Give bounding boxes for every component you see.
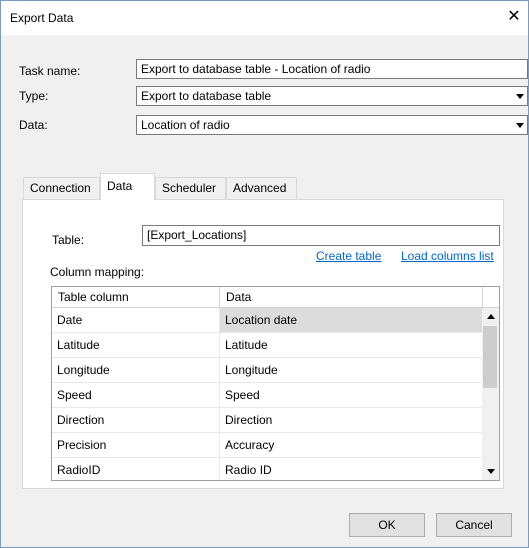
- cell-table-column[interactable]: Longitude: [52, 358, 220, 382]
- export-data-dialog: Export Data ✕ Task name: Export to datab…: [0, 0, 529, 548]
- data-select-value: Location of radio: [141, 118, 230, 132]
- column-mapping-label: Column mapping:: [50, 265, 145, 279]
- type-select-value: Export to database table: [141, 89, 272, 103]
- task-name-input[interactable]: Export to database table - Location of r…: [136, 59, 528, 79]
- cell-data[interactable]: Latitude: [220, 333, 483, 357]
- cell-data[interactable]: Direction: [220, 408, 483, 432]
- cell-table-column[interactable]: Date: [52, 308, 220, 332]
- task-name-label: Task name:: [19, 64, 81, 78]
- table-row[interactable]: Longitude Longitude: [52, 358, 483, 383]
- cell-data[interactable]: Speed: [220, 383, 483, 407]
- cell-data[interactable]: Location date: [220, 308, 483, 332]
- data-label: Data:: [19, 118, 48, 132]
- cell-data[interactable]: Longitude: [220, 358, 483, 382]
- chevron-down-icon[interactable]: [512, 87, 527, 105]
- table-row[interactable]: Speed Speed: [52, 383, 483, 408]
- tab-scheduler[interactable]: Scheduler: [155, 177, 226, 199]
- table-input[interactable]: [Export_Locations]: [142, 225, 500, 246]
- dialog-title: Export Data: [10, 11, 74, 25]
- column-mapping-grid: Table column Data Date Location date Lat…: [51, 286, 500, 481]
- cancel-button[interactable]: Cancel: [436, 513, 512, 537]
- data-select[interactable]: Location of radio: [136, 115, 528, 135]
- table-row[interactable]: RadioID Radio ID: [52, 458, 483, 480]
- tab-advanced[interactable]: Advanced: [226, 177, 297, 199]
- cell-table-column[interactable]: Direction: [52, 408, 220, 432]
- header-data[interactable]: Data: [220, 287, 483, 307]
- ok-button[interactable]: OK: [349, 513, 425, 537]
- title-bar: Export Data ✕: [1, 1, 528, 35]
- type-label: Type:: [19, 89, 49, 103]
- cell-data[interactable]: Radio ID: [220, 458, 483, 480]
- create-table-link[interactable]: Create table: [316, 249, 381, 263]
- chevron-down-icon[interactable]: [512, 116, 527, 134]
- table-row[interactable]: Latitude Latitude: [52, 333, 483, 358]
- cell-table-column[interactable]: RadioID: [52, 458, 220, 480]
- scroll-up-icon[interactable]: [482, 308, 499, 325]
- table-row[interactable]: Date Location date: [52, 308, 483, 333]
- cell-table-column[interactable]: Latitude: [52, 333, 220, 357]
- cell-table-column[interactable]: Speed: [52, 383, 220, 407]
- grid-header: Table column Data: [52, 287, 499, 308]
- table-row[interactable]: Precision Accuracy: [52, 433, 483, 458]
- header-table-column[interactable]: Table column: [52, 287, 220, 307]
- tab-connection[interactable]: Connection: [23, 177, 100, 199]
- close-icon[interactable]: ✕: [502, 5, 526, 29]
- grid-scrollbar[interactable]: [482, 308, 499, 480]
- table-label: Table:: [52, 233, 85, 247]
- scrollbar-thumb[interactable]: [483, 326, 497, 388]
- table-row[interactable]: Direction Direction: [52, 408, 483, 433]
- type-select[interactable]: Export to database table: [136, 86, 528, 106]
- tab-data[interactable]: Data: [100, 173, 155, 200]
- cell-table-column[interactable]: Precision: [52, 433, 220, 457]
- load-columns-list-link[interactable]: Load columns list: [401, 249, 494, 263]
- scroll-down-icon[interactable]: [482, 463, 499, 480]
- cell-data[interactable]: Accuracy: [220, 433, 483, 457]
